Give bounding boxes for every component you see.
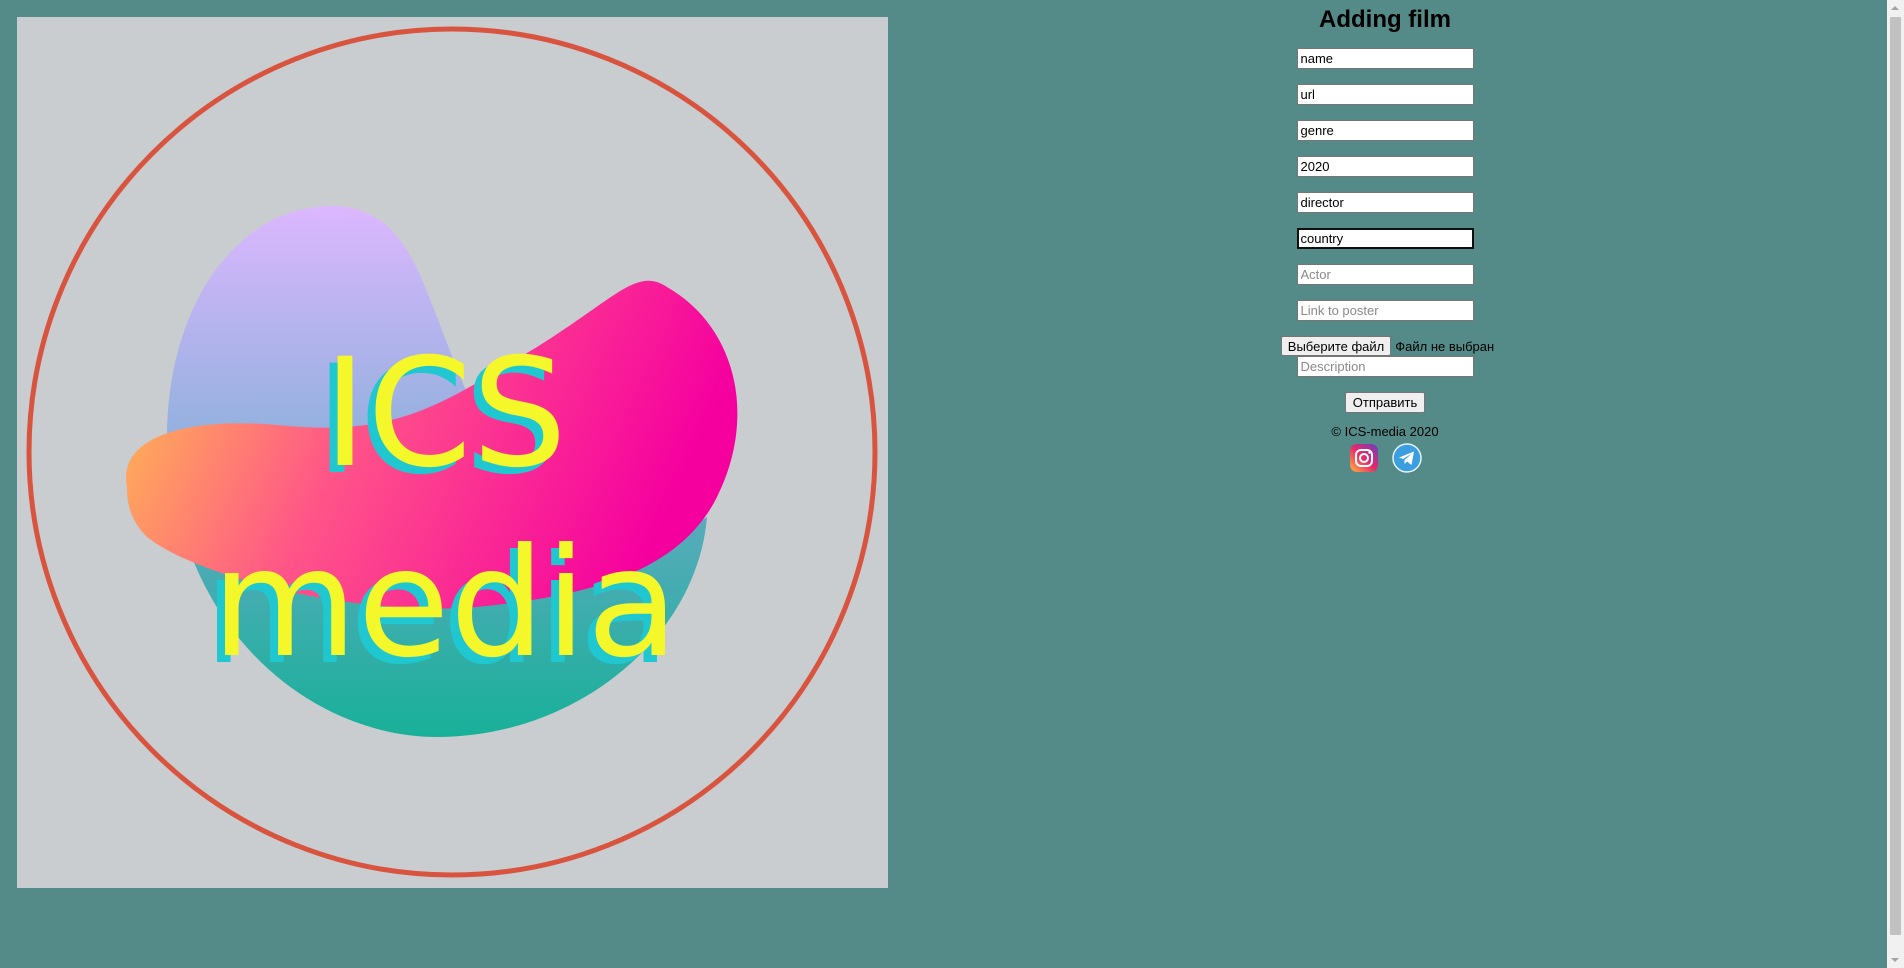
scroll-up-icon[interactable] [1891,6,1899,10]
scroll-thumb[interactable] [1890,17,1901,935]
country-field[interactable] [1296,228,1474,249]
vertical-scrollbar[interactable] [1887,0,1904,968]
genre-field[interactable] [1296,120,1474,141]
choose-file-button[interactable]: Выберите файл [1280,336,1392,356]
telegram-icon[interactable] [1391,443,1422,473]
file-status: Файл не выбран [1395,338,1495,354]
director-field[interactable] [1296,192,1474,213]
logo-text-line1: ICS [323,327,567,501]
logo-image: ICS ICS media media [17,17,888,888]
actor-field[interactable] [1296,264,1474,285]
form-title: Adding film [1319,6,1451,33]
instagram-icon[interactable] [1349,443,1379,473]
submit-button[interactable]: Отправить [1344,392,1426,413]
social-links [1160,443,1610,473]
url-field[interactable] [1296,84,1474,105]
copyright-text: © ICS-media 2020 [1331,424,1439,439]
name-field[interactable] [1296,48,1474,69]
year-field[interactable] [1296,156,1474,177]
file-picker: Выберите файл Файл не выбран [1165,336,1610,356]
scroll-down-icon[interactable] [1891,958,1899,962]
poster-link-field[interactable] [1296,300,1474,321]
add-film-form: Adding film Выберите файл Файл не выбран… [1160,8,1610,473]
description-field[interactable] [1296,356,1474,377]
logo-text-line2: media [211,517,678,691]
